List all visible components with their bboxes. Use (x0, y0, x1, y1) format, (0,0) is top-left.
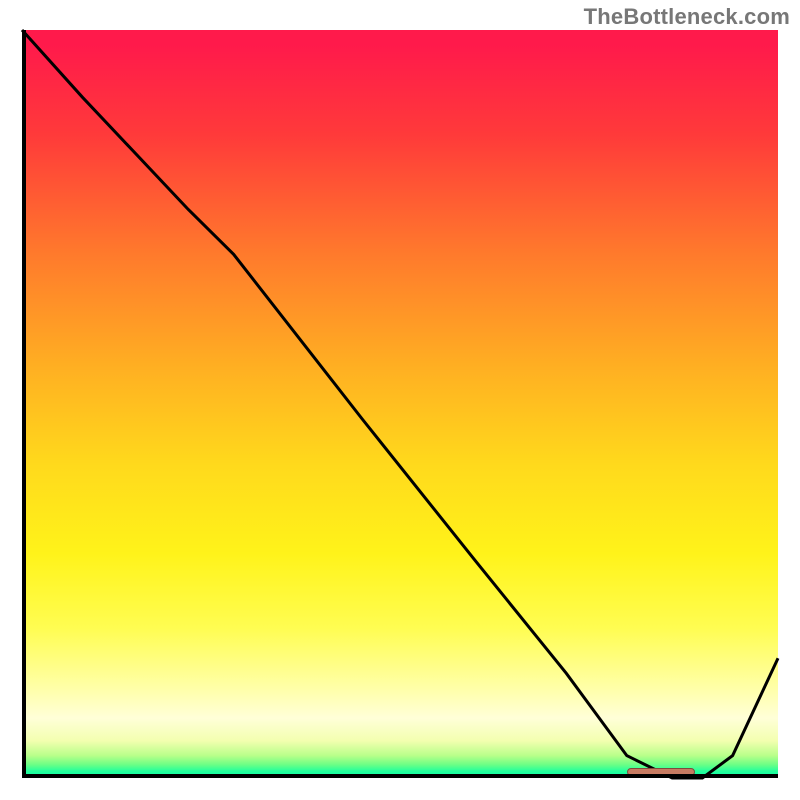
curve-line (22, 30, 778, 778)
x-axis (22, 774, 778, 778)
y-axis (22, 30, 26, 778)
chart-container: TheBottleneck.com (0, 0, 800, 800)
line-chart (22, 30, 778, 778)
watermark-text: TheBottleneck.com (584, 4, 790, 30)
plot-area (22, 30, 778, 778)
